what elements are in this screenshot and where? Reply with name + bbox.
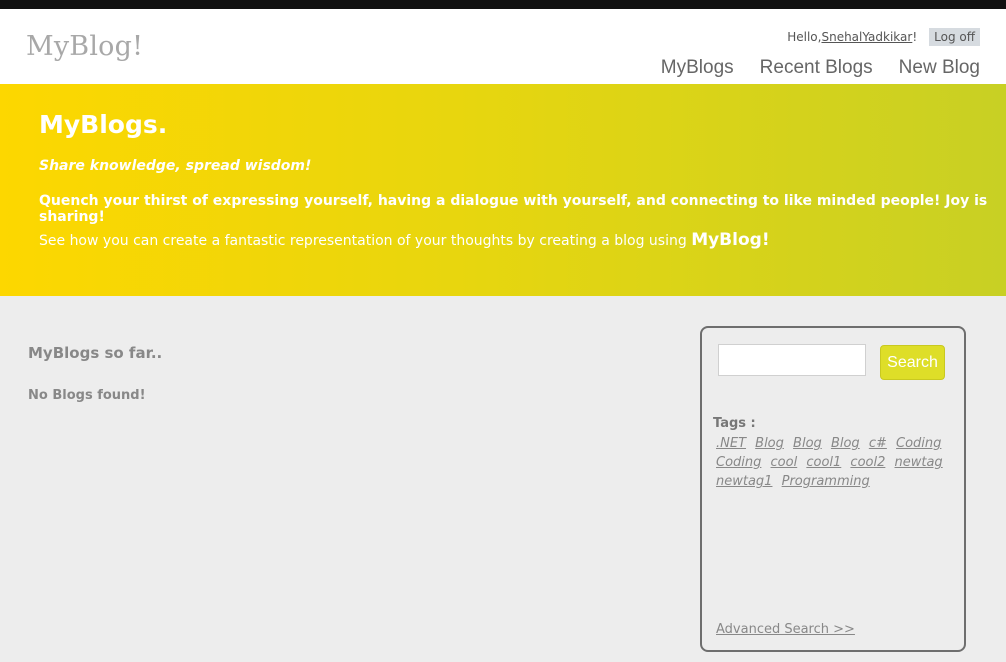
tag-link[interactable]: Programming [782,474,870,489]
tag-cloud: .NET Blog Blog Blog c# Coding Coding coo… [716,434,948,491]
tag-link[interactable]: Blog [831,436,860,451]
tag-link[interactable]: .NET [716,436,746,451]
search-input[interactable] [718,344,866,376]
banner-tagline: Share knowledge, spread wisdom! [39,158,312,174]
tag-link[interactable]: newtag [895,455,943,470]
tag-link[interactable]: Blog [793,436,822,451]
greeting-text: Hello, [787,30,822,44]
username-link[interactable]: SnehalYadkikar [821,30,912,44]
banner-seehow: See how you can create a fantastic repre… [39,230,770,250]
tag-link[interactable]: Coding [896,436,941,451]
tag-link[interactable]: cool2 [850,455,885,470]
site-header: MyBlog! Hello, SnehalYadkikar ! Log off … [0,9,1006,84]
login-display: Hello, SnehalYadkikar ! Log off [787,28,980,46]
banner-quench: Quench your thirst of expressing yoursel… [39,193,988,225]
no-blogs-message: No Blogs found! [28,388,146,403]
advanced-search-link[interactable]: Advanced Search >> [716,622,855,637]
main-nav: MyBlogs Recent Blogs New Blog [661,57,980,79]
nav-new-blog[interactable]: New Blog [899,57,980,79]
banner-brand: MyBlog! [691,230,770,250]
blogs-heading: MyBlogs so far.. [28,344,163,362]
search-sidebar: Search Tags : .NET Blog Blog Blog c# Cod… [700,326,966,652]
tag-link[interactable]: newtag1 [716,474,772,489]
tag-link[interactable]: c# [869,436,887,451]
banner-title: MyBlogs. [39,110,168,139]
logoff-button[interactable]: Log off [929,28,980,46]
tag-link[interactable]: Coding [716,455,761,470]
tag-link[interactable]: cool [771,455,798,470]
tags-label: Tags : [713,416,756,431]
top-bar [0,0,1006,9]
tag-link[interactable]: Blog [755,436,784,451]
featured-banner: MyBlogs. Share knowledge, spread wisdom!… [0,84,1006,296]
banner-seehow-text: See how you can create a fantastic repre… [39,233,692,249]
nav-myblogs[interactable]: MyBlogs [661,57,734,79]
tag-link[interactable]: cool1 [806,455,841,470]
nav-recent-blogs[interactable]: Recent Blogs [760,57,873,79]
search-button[interactable]: Search [880,345,945,380]
greeting-end: ! [912,30,918,44]
site-logo[interactable]: MyBlog! [26,31,143,62]
